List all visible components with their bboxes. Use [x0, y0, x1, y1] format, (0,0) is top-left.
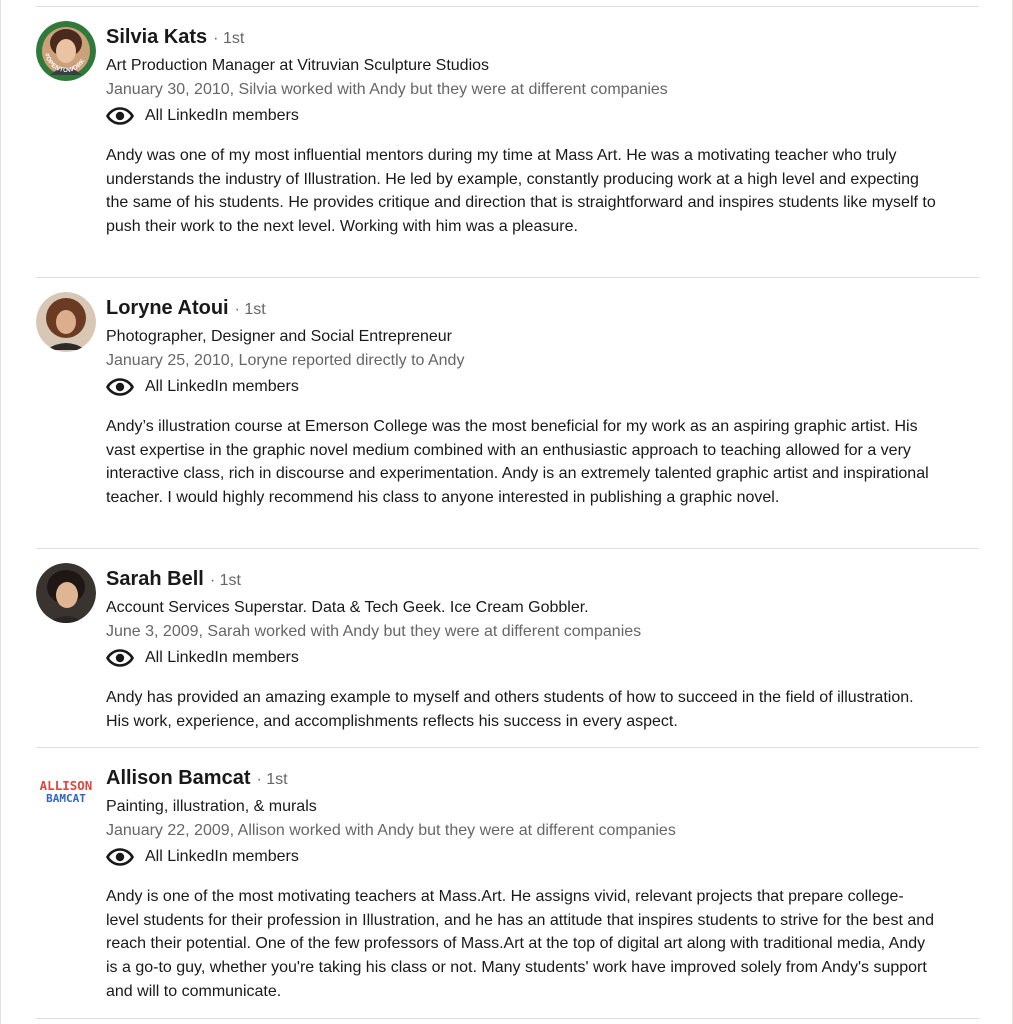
connection-degree: · 1st	[234, 301, 266, 318]
recommendation-item: Loryne Atoui · 1st Photographer, Designe…	[36, 278, 979, 549]
avatar[interactable]: #OPENTOWORK	[36, 21, 96, 81]
logo-line-1: ALLISON	[40, 778, 93, 793]
avatar[interactable]	[36, 563, 96, 623]
recommendation-item: ALLISON BAMCAT Allison Bamcat · 1st Pain…	[36, 748, 979, 1019]
member-name[interactable]: Sarah Bell	[106, 568, 204, 591]
avatar-photo	[36, 292, 96, 352]
recommendation-item: Sarah Bell · 1st Account Services Supers…	[36, 549, 979, 748]
avatar[interactable]	[36, 292, 96, 352]
recommendations-list: #OPENTOWORK Silvia Kats · 1st Art Produc…	[36, 6, 979, 1019]
recommendations-card: #OPENTOWORK Silvia Kats · 1st Art Produc…	[0, 0, 1013, 1024]
recommendation-text: Andy has provided an amazing example to …	[106, 689, 914, 730]
visibility-setting: All LinkedIn members	[106, 844, 979, 870]
connection-degree: · 1st	[209, 572, 241, 589]
recommendation-date-relation: June 3, 2009, Sarah worked with Andy but…	[106, 623, 642, 640]
member-headline: Art Production Manager at Vitruvian Scul…	[106, 57, 490, 74]
avatar-photo: #OPENTOWORK	[36, 21, 96, 81]
member-headline: Account Services Superstar. Data & Tech …	[106, 599, 589, 616]
recommendation-date-relation: January 25, 2010, Loryne reported direct…	[106, 352, 465, 369]
member-headline: Photographer, Designer and Social Entrep…	[106, 328, 452, 345]
connection-degree: · 1st	[256, 771, 288, 788]
member-headline: Painting, illustration, & murals	[106, 798, 317, 815]
recommendation-text: Andy’s illustration course at Emerson Co…	[106, 418, 929, 507]
eye-icon	[106, 848, 134, 866]
allison-bamcat-logo: ALLISON BAMCAT	[36, 762, 96, 822]
visibility-label: All LinkedIn members	[145, 649, 299, 666]
connection-degree: · 1st	[213, 30, 245, 47]
visibility-label: All LinkedIn members	[145, 107, 299, 124]
recommendation-text: Andy is one of the most motivating teach…	[106, 888, 935, 1000]
avatar[interactable]: ALLISON BAMCAT	[36, 762, 96, 822]
recommendation-date-relation: January 22, 2009, Allison worked with An…	[106, 822, 676, 839]
recommendation-item: #OPENTOWORK Silvia Kats · 1st Art Produc…	[36, 7, 979, 278]
visibility-setting: All LinkedIn members	[106, 103, 979, 129]
logo-line-2: BAMCAT	[46, 792, 86, 805]
recommendation-text: Andy was one of my most influential ment…	[106, 147, 936, 236]
member-name[interactable]: Silvia Kats	[106, 26, 207, 49]
member-name[interactable]: Allison Bamcat	[106, 767, 250, 790]
avatar-photo	[36, 563, 96, 623]
visibility-setting: All LinkedIn members	[106, 374, 979, 400]
visibility-label: All LinkedIn members	[145, 848, 299, 865]
visibility-label: All LinkedIn members	[145, 378, 299, 395]
eye-icon	[106, 378, 134, 396]
eye-icon	[106, 107, 134, 125]
visibility-setting: All LinkedIn members	[106, 645, 979, 671]
eye-icon	[106, 649, 134, 667]
member-name[interactable]: Loryne Atoui	[106, 297, 229, 320]
recommendation-date-relation: January 30, 2010, Silvia worked with And…	[106, 81, 668, 98]
